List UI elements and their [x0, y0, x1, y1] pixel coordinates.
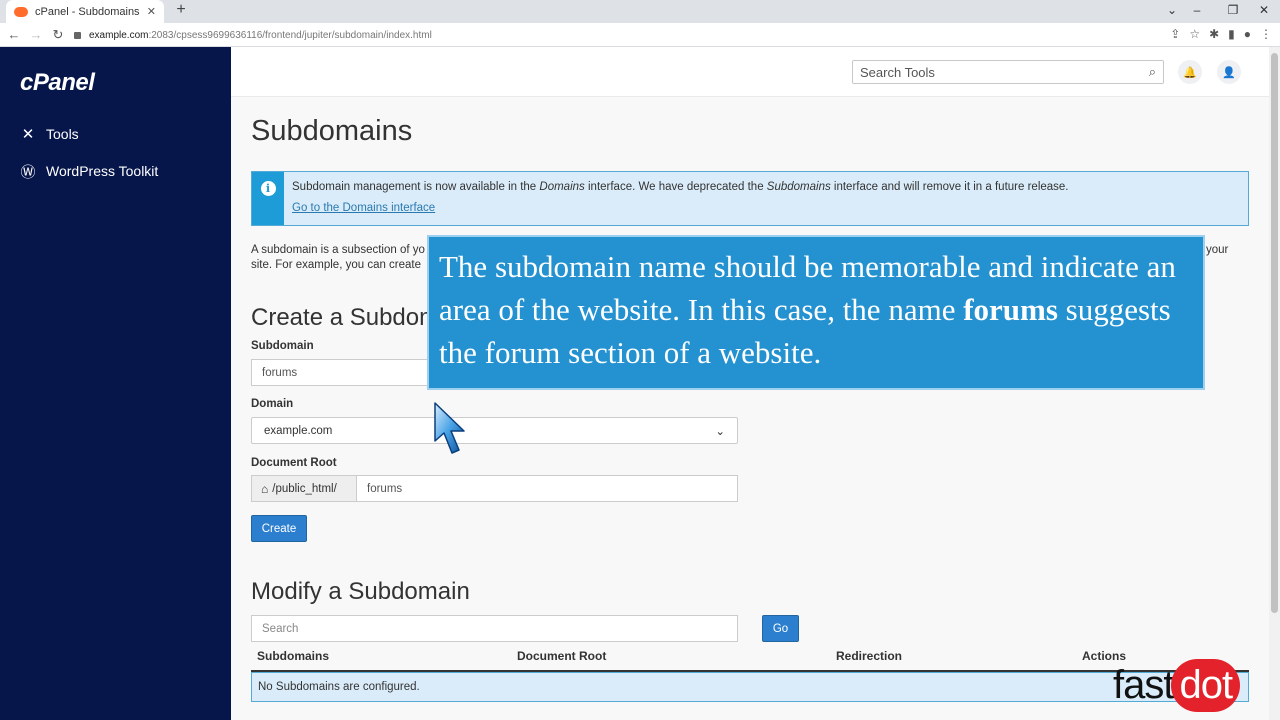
notifications-bell-icon[interactable]: 🔔: [1178, 60, 1202, 84]
sidebar-item-label: WordPress Toolkit: [46, 163, 159, 179]
cpanel-favicon-icon: [14, 6, 28, 17]
go-to-domains-link[interactable]: Go to the Domains interface: [292, 202, 1069, 214]
domain-label: Domain: [251, 398, 294, 410]
page-scrollbar[interactable]: [1269, 47, 1280, 720]
new-tab-button[interactable]: +: [172, 1, 190, 19]
intro-line-1: A subdomain is a subsection of yo: [251, 244, 425, 256]
intro-line-2: site. For example, you can create: [251, 259, 422, 271]
bookmark-star-icon[interactable]: ☆: [1189, 27, 1200, 41]
sidebar: cPanel ✕ Tools Ⓦ WordPress Toolkit: [0, 47, 231, 720]
sidebar-item-label: Tools: [46, 126, 79, 142]
extensions-icon[interactable]: ✱: [1209, 27, 1219, 41]
document-root-prefix-text: /public_html/: [272, 482, 337, 495]
document-root-prefix: ⌂ /public_html/: [251, 475, 357, 502]
deprecation-alert: i Subdomain management is now available …: [251, 171, 1249, 226]
tutorial-caption: The subdomain name should be memorable a…: [427, 235, 1205, 390]
browser-menu-icon[interactable]: ⋮: [1260, 27, 1272, 41]
go-button[interactable]: Go: [762, 615, 799, 642]
alert-text: Subdomain management is now available in…: [292, 181, 540, 193]
forward-icon[interactable]: →: [25, 27, 47, 42]
modify-search-placeholder: Search: [262, 622, 299, 635]
back-icon[interactable]: ←: [3, 27, 25, 42]
document-root-label: Document Root: [251, 457, 337, 469]
sidebar-item-wordpress-toolkit[interactable]: Ⓦ WordPress Toolkit: [18, 159, 158, 183]
subdomain-input-value: forums: [262, 366, 298, 379]
column-header-redirection[interactable]: Redirection: [836, 649, 902, 663]
profile-icon[interactable]: ●: [1244, 27, 1251, 41]
tab-title: cPanel - Subdomains: [35, 5, 140, 18]
tools-icon: ✕: [21, 126, 35, 143]
address-bar: ← → ↻ example.com:2083/cpsess9699636116/…: [0, 23, 1280, 47]
page-title: Subdomains: [251, 115, 413, 147]
search-tools-input[interactable]: Search Tools ⌕: [852, 60, 1164, 84]
cpanel-logo[interactable]: cPanel: [20, 69, 95, 97]
mouse-cursor-icon: [434, 402, 465, 454]
info-icon: i: [260, 181, 276, 196]
wordpress-icon: Ⓦ: [20, 163, 36, 181]
url-field[interactable]: example.com:2083/cpsess9699636116/fronte…: [74, 26, 432, 44]
browser-tab-bar: cPanel - Subdomains ✕ + ⌄ – ❐ ✕: [0, 0, 1280, 23]
top-bar: Search Tools ⌕ 🔔 👤: [231, 47, 1269, 97]
side-panel-icon[interactable]: ▮: [1228, 27, 1235, 41]
document-root-input[interactable]: forums: [356, 475, 738, 502]
scrollbar-thumb[interactable]: [1271, 53, 1278, 613]
sidebar-item-tools[interactable]: ✕ Tools: [18, 122, 79, 146]
document-root-input-value: forums: [367, 482, 403, 495]
column-header-subdomains[interactable]: Subdomains: [257, 649, 329, 663]
subdomain-input[interactable]: forums: [251, 359, 431, 386]
watermark-text: fast: [1113, 662, 1174, 707]
caption-bold-text: forums: [963, 292, 1058, 327]
user-account-icon[interactable]: 👤: [1217, 60, 1241, 84]
create-button[interactable]: Create: [251, 515, 307, 542]
url-path: :2083/cpsess9699636116/frontend/jupiter/…: [148, 29, 432, 41]
domain-select[interactable]: example.com ⌄: [251, 417, 738, 444]
minimize-icon[interactable]: –: [1188, 3, 1206, 17]
reload-icon[interactable]: ↻: [47, 27, 69, 43]
alert-text: interface and will remove it in a future…: [830, 181, 1069, 193]
alert-subdomains-emphasis: Subdomains: [766, 181, 831, 193]
modify-section-title: Modify a Subdomain: [251, 578, 470, 605]
alert-domains-emphasis: Domains: [539, 181, 585, 193]
domain-select-value: example.com: [264, 424, 333, 437]
window-close-icon[interactable]: ✕: [1255, 3, 1273, 17]
empty-table-message: No Subdomains are configured.: [258, 681, 420, 693]
alert-text: interface. We have deprecated the: [584, 181, 767, 193]
home-icon: ⌂: [261, 481, 269, 496]
lock-icon: [74, 31, 81, 39]
browser-tab[interactable]: cPanel - Subdomains ✕: [6, 0, 164, 23]
fastdot-watermark: fast dot: [1113, 652, 1241, 718]
intro-line-1-end: your: [1206, 244, 1229, 256]
modify-search-input[interactable]: Search: [251, 615, 738, 642]
main-content: Subdomains i Subdomain management is now…: [231, 97, 1269, 720]
subdomain-label: Subdomain: [251, 340, 314, 352]
column-header-document-root[interactable]: Document Root: [517, 649, 606, 663]
tab-search-icon[interactable]: ⌄: [1163, 3, 1181, 17]
tab-close-icon[interactable]: ✕: [147, 5, 156, 18]
search-tools-placeholder: Search Tools: [860, 64, 935, 80]
empty-table-row: No Subdomains are configured.: [251, 672, 1249, 702]
chevron-down-icon: ⌄: [715, 425, 725, 438]
share-icon[interactable]: ⇪: [1170, 27, 1180, 41]
url-host: example.com: [89, 29, 149, 41]
search-icon: ⌕: [1148, 64, 1156, 79]
restore-icon[interactable]: ❐: [1224, 3, 1242, 17]
watermark-text-highlight: dot: [1171, 658, 1241, 712]
